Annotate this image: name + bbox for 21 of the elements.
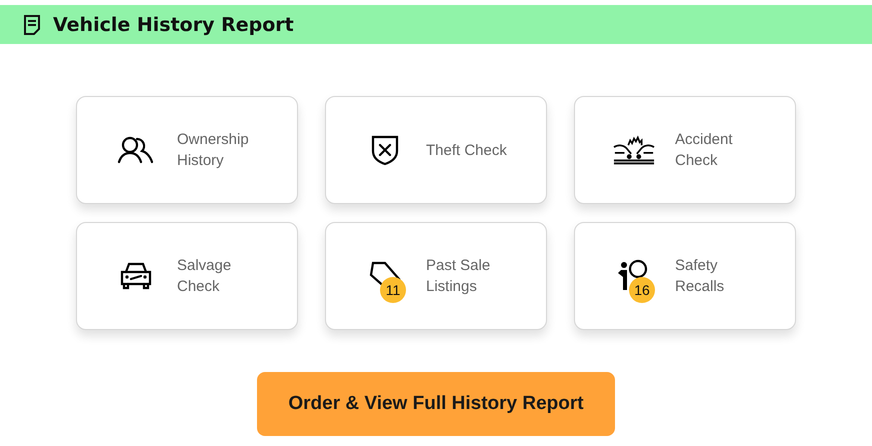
card-label: Ownership History (177, 130, 249, 171)
card-label: Past Sale Listings (426, 256, 490, 297)
report-card[interactable]: Salvage Check (76, 222, 298, 330)
report-card[interactable]: Accident Check (574, 96, 796, 204)
header-title: Vehicle History Report (53, 14, 294, 36)
order-report-button[interactable]: Order & View Full History Report (257, 372, 615, 436)
document-icon (23, 14, 41, 36)
card-label: Theft Check (426, 140, 507, 160)
count-badge: 16 (629, 277, 655, 303)
shield-icon (370, 134, 400, 166)
car-icon (119, 261, 153, 291)
car-crash-icon (613, 135, 655, 165)
people-icon (117, 136, 155, 164)
report-card[interactable]: 11 Past Sale Listings (325, 222, 547, 330)
card-label: Accident Check (675, 130, 733, 171)
report-card[interactable]: Theft Check (325, 96, 547, 204)
card-label: Safety Recalls (675, 256, 724, 297)
count-badge: 11 (380, 277, 406, 303)
report-card[interactable]: Ownership History (76, 96, 298, 204)
card-label: Salvage Check (177, 256, 232, 297)
report-card[interactable]: 16 Safety Recalls (574, 222, 796, 330)
